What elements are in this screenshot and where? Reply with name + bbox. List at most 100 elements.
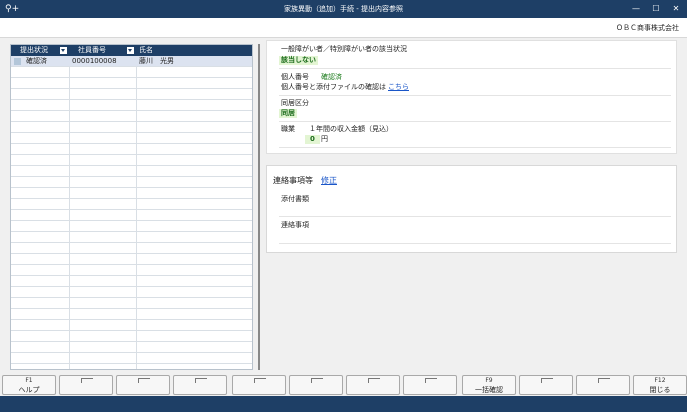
table-row (11, 353, 252, 364)
key-bracket-icon (81, 378, 93, 383)
maximize-button[interactable]: ☐ (647, 2, 665, 16)
table-row (11, 254, 252, 265)
panel-splitter[interactable] (258, 44, 260, 370)
job-label: 職業 (281, 125, 295, 133)
column-header-employee-no[interactable]: 社員番号 (69, 45, 136, 56)
table-row (11, 298, 252, 309)
function-key-3[interactable] (116, 375, 170, 395)
table-row (11, 199, 252, 210)
function-key-6[interactable] (289, 375, 343, 395)
notes-label: 連絡事項 (281, 221, 309, 229)
employee-grid: 提出状況 社員番号 氏名 確認済 0000100008 藤川 光男 (10, 44, 253, 370)
column-header-status[interactable]: 提出状況 (11, 45, 69, 56)
table-row (11, 232, 252, 243)
table-row (11, 287, 252, 298)
function-key-8[interactable] (403, 375, 457, 395)
function-key-4[interactable] (173, 375, 227, 395)
divider (279, 95, 671, 96)
mynumber-status: 確認済 (321, 73, 342, 81)
table-row (11, 78, 252, 89)
cell-name: 藤川 光男 (139, 57, 174, 65)
table-row (11, 155, 252, 166)
table-row (11, 265, 252, 276)
column-label-employee-no: 社員番号 (78, 46, 106, 54)
cohabit-label: 同居区分 (281, 99, 309, 107)
function-key-9[interactable]: F9 一括確認 (462, 375, 516, 395)
function-key-12[interactable]: F12 閉じる (633, 375, 687, 395)
divider (279, 243, 671, 244)
key-bracket-icon (425, 378, 437, 383)
table-row (11, 166, 252, 177)
table-row (11, 122, 252, 133)
title-bar: ⚲+ 家族異動（追加）手続 - 提出内容参照 — ☐ ✕ (0, 0, 687, 18)
table-row (11, 89, 252, 100)
status-indicator (14, 58, 21, 65)
function-key-10[interactable] (519, 375, 573, 395)
table-row (11, 221, 252, 232)
grid-body: 確認済 0000100008 藤川 光男 (11, 56, 252, 369)
income-value: 0 (305, 135, 320, 144)
filter-dropdown-icon[interactable] (127, 47, 134, 54)
table-row (11, 331, 252, 342)
filter-dropdown-icon[interactable] (60, 47, 67, 54)
edit-link[interactable]: 修正 (321, 176, 337, 186)
key-bracket-icon (368, 378, 380, 383)
cell-status: 確認済 (26, 57, 47, 65)
disability-label: 一般障がい者／特別障がい者の該当状況 (281, 45, 407, 53)
grid-header: 提出状況 社員番号 氏名 (11, 45, 252, 56)
income-unit: 円 (321, 135, 328, 143)
function-key-label: 一括確認 (475, 386, 503, 394)
key-bracket-icon (254, 378, 266, 383)
cohabit-value: 同居 (279, 109, 297, 118)
table-row (11, 144, 252, 155)
table-row (11, 111, 252, 122)
mynumber-attach-label: 個人番号と添付ファイルの確認は (281, 83, 386, 91)
function-key-11[interactable] (576, 375, 630, 395)
window-title: 家族異動（追加）手続 - 提出内容参照 (284, 5, 403, 13)
function-key-label: ヘルプ (18, 386, 40, 394)
table-row (11, 342, 252, 353)
function-key-2[interactable] (59, 375, 113, 395)
detail-panel: 一般障がい者／特別障がい者の該当状況 該当しない 個人番号 確認済 個人番号と添… (266, 40, 677, 154)
key-bracket-icon (541, 378, 553, 383)
function-key-7[interactable] (346, 375, 400, 395)
divider (279, 68, 671, 69)
divider (279, 121, 671, 122)
contact-panel: 連絡事項等 修正 添付書類 連絡事項 (266, 165, 677, 253)
table-row (11, 100, 252, 111)
income-label: １年間の収入金額（見込） (309, 125, 393, 133)
mynumber-confirm-link[interactable]: こちら (388, 83, 409, 92)
disability-value: 該当しない (279, 56, 318, 65)
function-key-number: F12 (654, 377, 666, 384)
column-header-name[interactable]: 氏名 (136, 45, 252, 56)
divider (279, 147, 671, 148)
key-bracket-icon (195, 378, 207, 383)
cell-employee-no: 0000100008 (72, 57, 117, 65)
table-row (11, 309, 252, 320)
function-key-number: F1 (25, 377, 33, 384)
table-row (11, 276, 252, 287)
key-bracket-icon (311, 378, 323, 383)
company-name: ＯＢＣ商事株式会社 (616, 24, 679, 32)
table-row (11, 67, 252, 78)
table-row (11, 320, 252, 331)
function-key-5[interactable] (232, 375, 286, 395)
close-window-button[interactable]: ✕ (667, 2, 685, 16)
table-row[interactable]: 確認済 0000100008 藤川 光男 (11, 56, 252, 67)
function-key-number: F9 (485, 377, 493, 384)
minimize-button[interactable]: — (627, 2, 645, 16)
column-label-status: 提出状況 (20, 46, 48, 54)
contact-title: 連絡事項等 (273, 176, 313, 185)
column-label-name: 氏名 (139, 46, 153, 54)
divider (279, 216, 671, 217)
company-bar: ＯＢＣ商事株式会社 (0, 18, 687, 38)
table-row (11, 188, 252, 199)
attachment-label: 添付書類 (281, 195, 309, 203)
key-bracket-icon (138, 378, 150, 383)
status-bar (0, 396, 687, 412)
function-key-bar: F1 ヘルプ F9 一括確認 F12 閉じる (0, 374, 687, 396)
function-key-1[interactable]: F1 ヘルプ (2, 375, 56, 395)
key-bracket-icon (598, 378, 610, 383)
function-key-label: 閉じる (649, 386, 671, 394)
table-row (11, 243, 252, 254)
